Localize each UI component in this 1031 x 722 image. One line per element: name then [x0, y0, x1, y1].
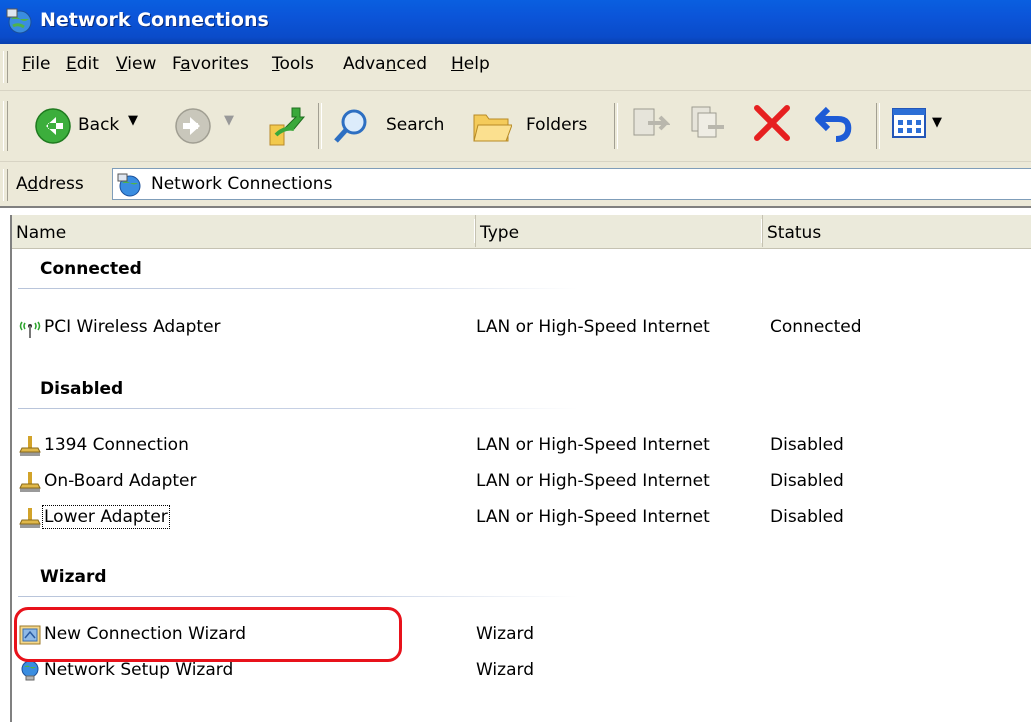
- menu-bar-grip[interactable]: [3, 51, 8, 83]
- menu-file[interactable]: File: [22, 54, 50, 74]
- column-header-name[interactable]: Name: [12, 215, 476, 247]
- list-item[interactable]: PCI Wireless Adapter LAN or High-Speed I…: [12, 313, 1031, 343]
- search-icon: [334, 109, 367, 143]
- item-type: LAN or High-Speed Internet: [476, 317, 710, 337]
- address-bar: Address Network Connections: [0, 162, 1031, 206]
- forward-button[interactable]: ▼: [172, 101, 242, 151]
- delete-button[interactable]: [752, 103, 796, 149]
- network-adapter-icon: [19, 472, 41, 492]
- menu-view[interactable]: View: [116, 54, 156, 74]
- address-field[interactable]: Network Connections: [112, 168, 1031, 200]
- title-bar: Network Connections: [0, 0, 1031, 44]
- move-to-button[interactable]: [630, 103, 674, 149]
- item-type: LAN or High-Speed Internet: [476, 435, 710, 455]
- copy-to-button[interactable]: [688, 103, 732, 149]
- address-value: Network Connections: [151, 174, 333, 194]
- search-label: Search: [386, 115, 445, 135]
- column-header-type[interactable]: Type: [476, 215, 763, 247]
- group-divider: [18, 596, 578, 597]
- delete-x-icon: [754, 105, 790, 141]
- item-name: 1394 Connection: [44, 435, 189, 455]
- address-bar-grip[interactable]: [3, 169, 8, 201]
- folders-icon: [473, 114, 512, 142]
- group-header-connected: Connected: [40, 259, 142, 279]
- menu-help[interactable]: Help: [451, 54, 490, 74]
- group-header-wizard: Wizard: [40, 567, 107, 587]
- menu-tools[interactable]: Tools: [272, 54, 314, 74]
- annotation-highlight: [14, 607, 402, 662]
- back-dropdown-icon[interactable]: ▼: [128, 113, 138, 128]
- forward-arrow-icon: [175, 108, 211, 144]
- wireless-adapter-icon: [19, 321, 41, 338]
- up-folder-icon: [269, 107, 306, 146]
- setup-wizard-icon: [21, 660, 39, 681]
- toolbar: Back ▼ ▼ Search Folders ▼: [0, 91, 1031, 162]
- group-header-disabled: Disabled: [40, 379, 124, 399]
- column-headers: Name Type Status: [12, 215, 1031, 249]
- item-name: Network Setup Wizard: [44, 660, 234, 680]
- network-adapter-icon: [19, 508, 41, 528]
- item-type: Wizard: [476, 660, 534, 680]
- views-icon: [892, 108, 926, 138]
- window-title: Network Connections: [40, 9, 269, 31]
- copy-to-icon: [691, 106, 724, 138]
- item-type: LAN or High-Speed Internet: [476, 471, 710, 491]
- column-header-status[interactable]: Status: [763, 215, 1031, 247]
- network-globe-icon: [117, 173, 141, 197]
- toolbar-separator: [876, 103, 880, 149]
- toolbar-grip[interactable]: [3, 101, 8, 151]
- views-dropdown-icon: ▼: [932, 115, 942, 130]
- search-button[interactable]: Search: [330, 101, 456, 151]
- back-arrow-icon: [35, 108, 71, 144]
- list-item[interactable]: Lower Adapter LAN or High-Speed Internet…: [12, 503, 1031, 533]
- item-type: Wizard: [476, 624, 534, 644]
- network-globe-icon: [6, 8, 32, 34]
- folders-label: Folders: [526, 115, 588, 135]
- menu-favorites[interactable]: Favorites: [172, 54, 249, 74]
- address-label: Address: [16, 174, 84, 194]
- connections-list: Name Type Status Connected PCI Wireless …: [10, 215, 1031, 722]
- group-divider: [18, 288, 578, 289]
- item-status: Disabled: [770, 435, 844, 455]
- move-to-icon: [633, 108, 671, 136]
- item-name: Lower Adapter: [42, 505, 170, 529]
- item-type: LAN or High-Speed Internet: [476, 507, 710, 527]
- group-divider: [18, 408, 578, 409]
- network-adapter-icon: [19, 436, 41, 456]
- item-name: On-Board Adapter: [44, 471, 197, 491]
- back-button[interactable]: Back ▼: [16, 101, 164, 151]
- forward-dropdown-icon: ▼: [224, 113, 234, 128]
- toolbar-separator: [318, 103, 322, 149]
- undo-button[interactable]: [814, 103, 858, 149]
- item-status: Disabled: [770, 507, 844, 527]
- list-item[interactable]: On-Board Adapter LAN or High-Speed Inter…: [12, 467, 1031, 497]
- menu-bar: File Edit View Favorites Tools Advanced …: [0, 44, 1031, 91]
- toolbar-separator: [614, 103, 618, 149]
- undo-icon: [815, 106, 852, 142]
- list-item[interactable]: 1394 Connection LAN or High-Speed Intern…: [12, 431, 1031, 461]
- item-name: PCI Wireless Adapter: [44, 317, 221, 337]
- back-label: Back: [78, 115, 120, 135]
- folders-button[interactable]: Folders: [470, 101, 604, 151]
- menu-advanced[interactable]: Advanced: [343, 54, 427, 74]
- item-status: Disabled: [770, 471, 844, 491]
- up-folder-button[interactable]: [262, 101, 308, 151]
- views-button[interactable]: ▼: [890, 105, 960, 149]
- item-status: Connected: [770, 317, 862, 337]
- menu-edit[interactable]: Edit: [66, 54, 99, 74]
